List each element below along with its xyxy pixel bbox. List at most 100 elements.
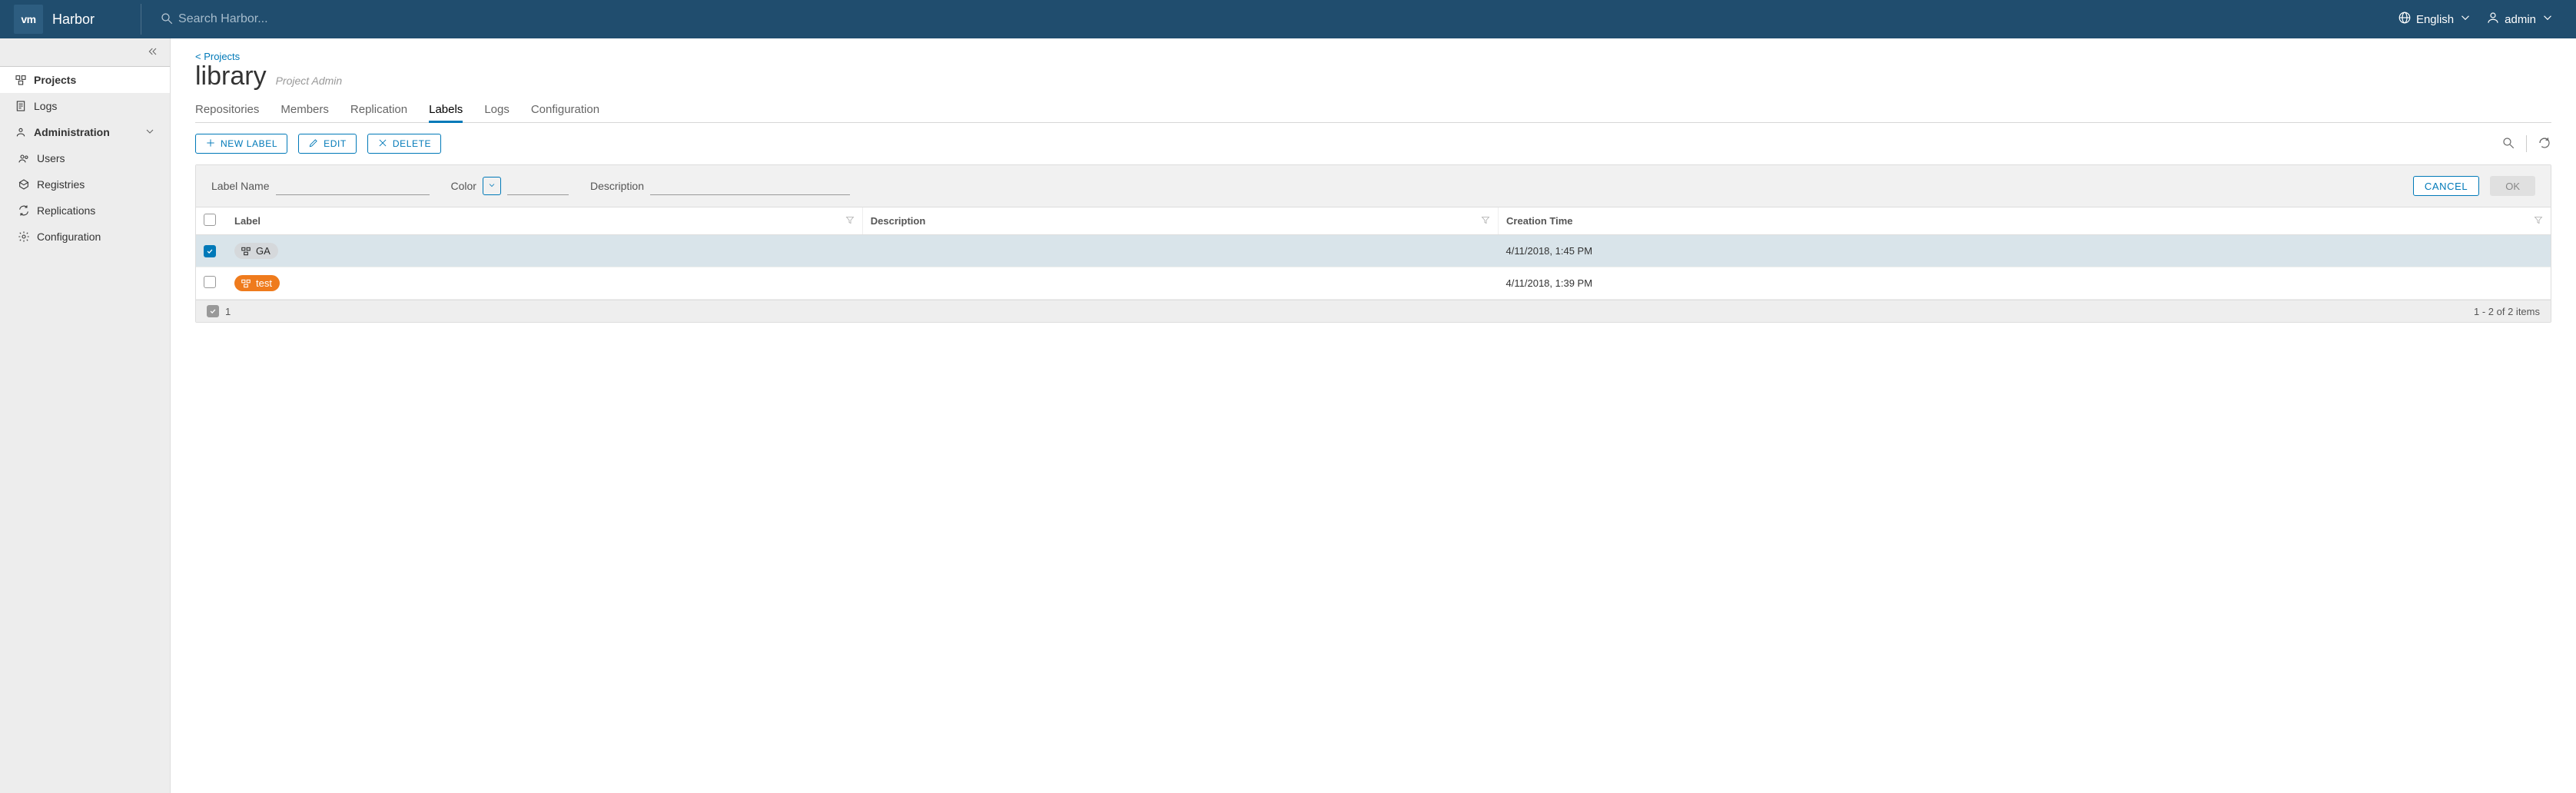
button-label: EDIT xyxy=(324,138,347,149)
selection-indicator xyxy=(207,305,219,317)
filter-icon[interactable] xyxy=(845,215,855,227)
sidebar-item-label: Projects xyxy=(34,74,76,86)
users-icon xyxy=(17,151,31,165)
cancel-button[interactable]: CANCEL xyxy=(2413,176,2479,196)
page-title: library xyxy=(195,62,267,91)
label-color-label: Color xyxy=(451,180,476,192)
label-name-input[interactable] xyxy=(276,177,430,195)
edit-button[interactable]: EDIT xyxy=(298,134,357,154)
selected-count: 1 xyxy=(225,306,231,317)
user-icon xyxy=(2486,11,2500,28)
app-name: Harbor xyxy=(52,12,95,28)
language-selector[interactable]: English xyxy=(2398,11,2472,28)
labels-panel: Label Name Color Description xyxy=(195,164,2551,323)
label-chip-text: test xyxy=(256,277,272,289)
user-label: admin xyxy=(2505,13,2536,26)
table-row[interactable]: test 4/11/2018, 1:39 PM xyxy=(196,267,2551,300)
page-subtitle: Project Admin xyxy=(276,75,343,87)
language-label: English xyxy=(2416,13,2454,26)
table-footer: 1 1 - 2 of 2 items xyxy=(196,300,2551,322)
label-form: Label Name Color Description xyxy=(196,165,2551,207)
sidebar-group-label: Administration xyxy=(34,126,110,138)
chevron-double-left-icon xyxy=(147,45,159,60)
tab-logs[interactable]: Logs xyxy=(484,98,510,122)
registries-icon xyxy=(17,178,31,191)
globe-icon xyxy=(2398,11,2412,28)
chevron-down-icon xyxy=(2541,11,2554,28)
tab-labels[interactable]: Labels xyxy=(429,98,463,122)
row-checkbox[interactable] xyxy=(204,245,216,257)
tab-replication[interactable]: Replication xyxy=(350,98,407,122)
sidebar-item-configuration[interactable]: Configuration xyxy=(0,224,170,250)
search-input[interactable] xyxy=(178,12,409,26)
delete-button[interactable]: DELETE xyxy=(367,134,441,154)
plus-icon xyxy=(205,138,216,151)
sidebar-item-label: Users xyxy=(37,152,65,164)
sidebar-item-users[interactable]: Users xyxy=(0,145,170,171)
column-header-description: Description xyxy=(871,215,926,227)
breadcrumb-back[interactable]: < Projects xyxy=(195,51,2551,62)
label-icon xyxy=(241,246,251,257)
tab-repositories[interactable]: Repositories xyxy=(195,98,259,122)
app-header: vm Harbor English admi xyxy=(0,0,2576,38)
refresh-button[interactable] xyxy=(2538,136,2551,152)
sidebar: Projects Logs Administration xyxy=(0,38,171,793)
cell-description xyxy=(862,235,1498,267)
ok-button: OK xyxy=(2490,176,2535,196)
sidebar-item-logs[interactable]: Logs xyxy=(0,93,170,119)
column-header-label: Label xyxy=(234,215,261,227)
label-icon xyxy=(241,278,251,289)
search-icon xyxy=(160,12,174,28)
cell-creation-time: 4/11/2018, 1:39 PM xyxy=(1499,267,2551,300)
logo: vm xyxy=(14,5,43,34)
label-description-label: Description xyxy=(590,180,644,192)
sidebar-item-projects[interactable]: Projects xyxy=(0,67,170,93)
row-checkbox[interactable] xyxy=(204,276,216,288)
filter-icon[interactable] xyxy=(2534,215,2543,227)
content-area: < Projects library Project Admin Reposit… xyxy=(171,38,2576,793)
user-menu[interactable]: admin xyxy=(2486,11,2554,28)
chevron-down-icon xyxy=(144,125,156,140)
replications-icon xyxy=(17,204,31,217)
search-wrap xyxy=(160,12,2398,28)
sidebar-item-replications[interactable]: Replications xyxy=(0,197,170,224)
column-header-creation: Creation Time xyxy=(1506,215,1572,227)
sidebar-item-label: Replications xyxy=(37,204,95,217)
label-color-input[interactable] xyxy=(507,177,569,195)
filter-icon[interactable] xyxy=(1481,215,1490,227)
tab-members[interactable]: Members xyxy=(281,98,329,122)
table-row[interactable]: GA4/11/2018, 1:45 PM xyxy=(196,235,2551,267)
projects-icon xyxy=(14,73,28,87)
search-toggle[interactable] xyxy=(2501,136,2515,152)
sidebar-item-label: Logs xyxy=(34,100,57,112)
sidebar-item-registries[interactable]: Registries xyxy=(0,171,170,197)
toolbar: NEW LABEL EDIT DELETE xyxy=(195,134,2551,154)
label-chip: GA xyxy=(234,243,278,259)
chevron-down-icon xyxy=(487,180,496,192)
tab-configuration[interactable]: Configuration xyxy=(531,98,599,122)
label-name-label: Label Name xyxy=(211,180,270,192)
gear-icon xyxy=(17,230,31,244)
admin-icon xyxy=(14,125,28,139)
pagination-range: 1 - 2 of 2 items xyxy=(2474,306,2540,317)
divider xyxy=(2526,135,2527,152)
cell-description xyxy=(862,267,1498,300)
label-description-input[interactable] xyxy=(650,177,850,195)
logs-icon xyxy=(14,99,28,113)
sidebar-group-administration[interactable]: Administration xyxy=(0,119,170,145)
button-label: DELETE xyxy=(393,138,431,149)
sidebar-item-label: Registries xyxy=(37,178,85,191)
labels-table: Label Description xyxy=(196,207,2551,300)
select-all-checkbox[interactable] xyxy=(204,214,216,226)
sidebar-collapse[interactable] xyxy=(0,38,170,66)
sidebar-item-label: Configuration xyxy=(37,231,101,243)
edit-icon xyxy=(308,138,319,151)
tabs: Repositories Members Replication Labels … xyxy=(195,98,2551,123)
new-label-button[interactable]: NEW LABEL xyxy=(195,134,287,154)
chevron-down-icon xyxy=(2458,11,2472,28)
label-chip: test xyxy=(234,275,280,291)
color-picker-button[interactable] xyxy=(483,177,501,195)
close-icon xyxy=(377,138,388,151)
button-label: NEW LABEL xyxy=(221,138,277,149)
label-chip-text: GA xyxy=(256,245,271,257)
